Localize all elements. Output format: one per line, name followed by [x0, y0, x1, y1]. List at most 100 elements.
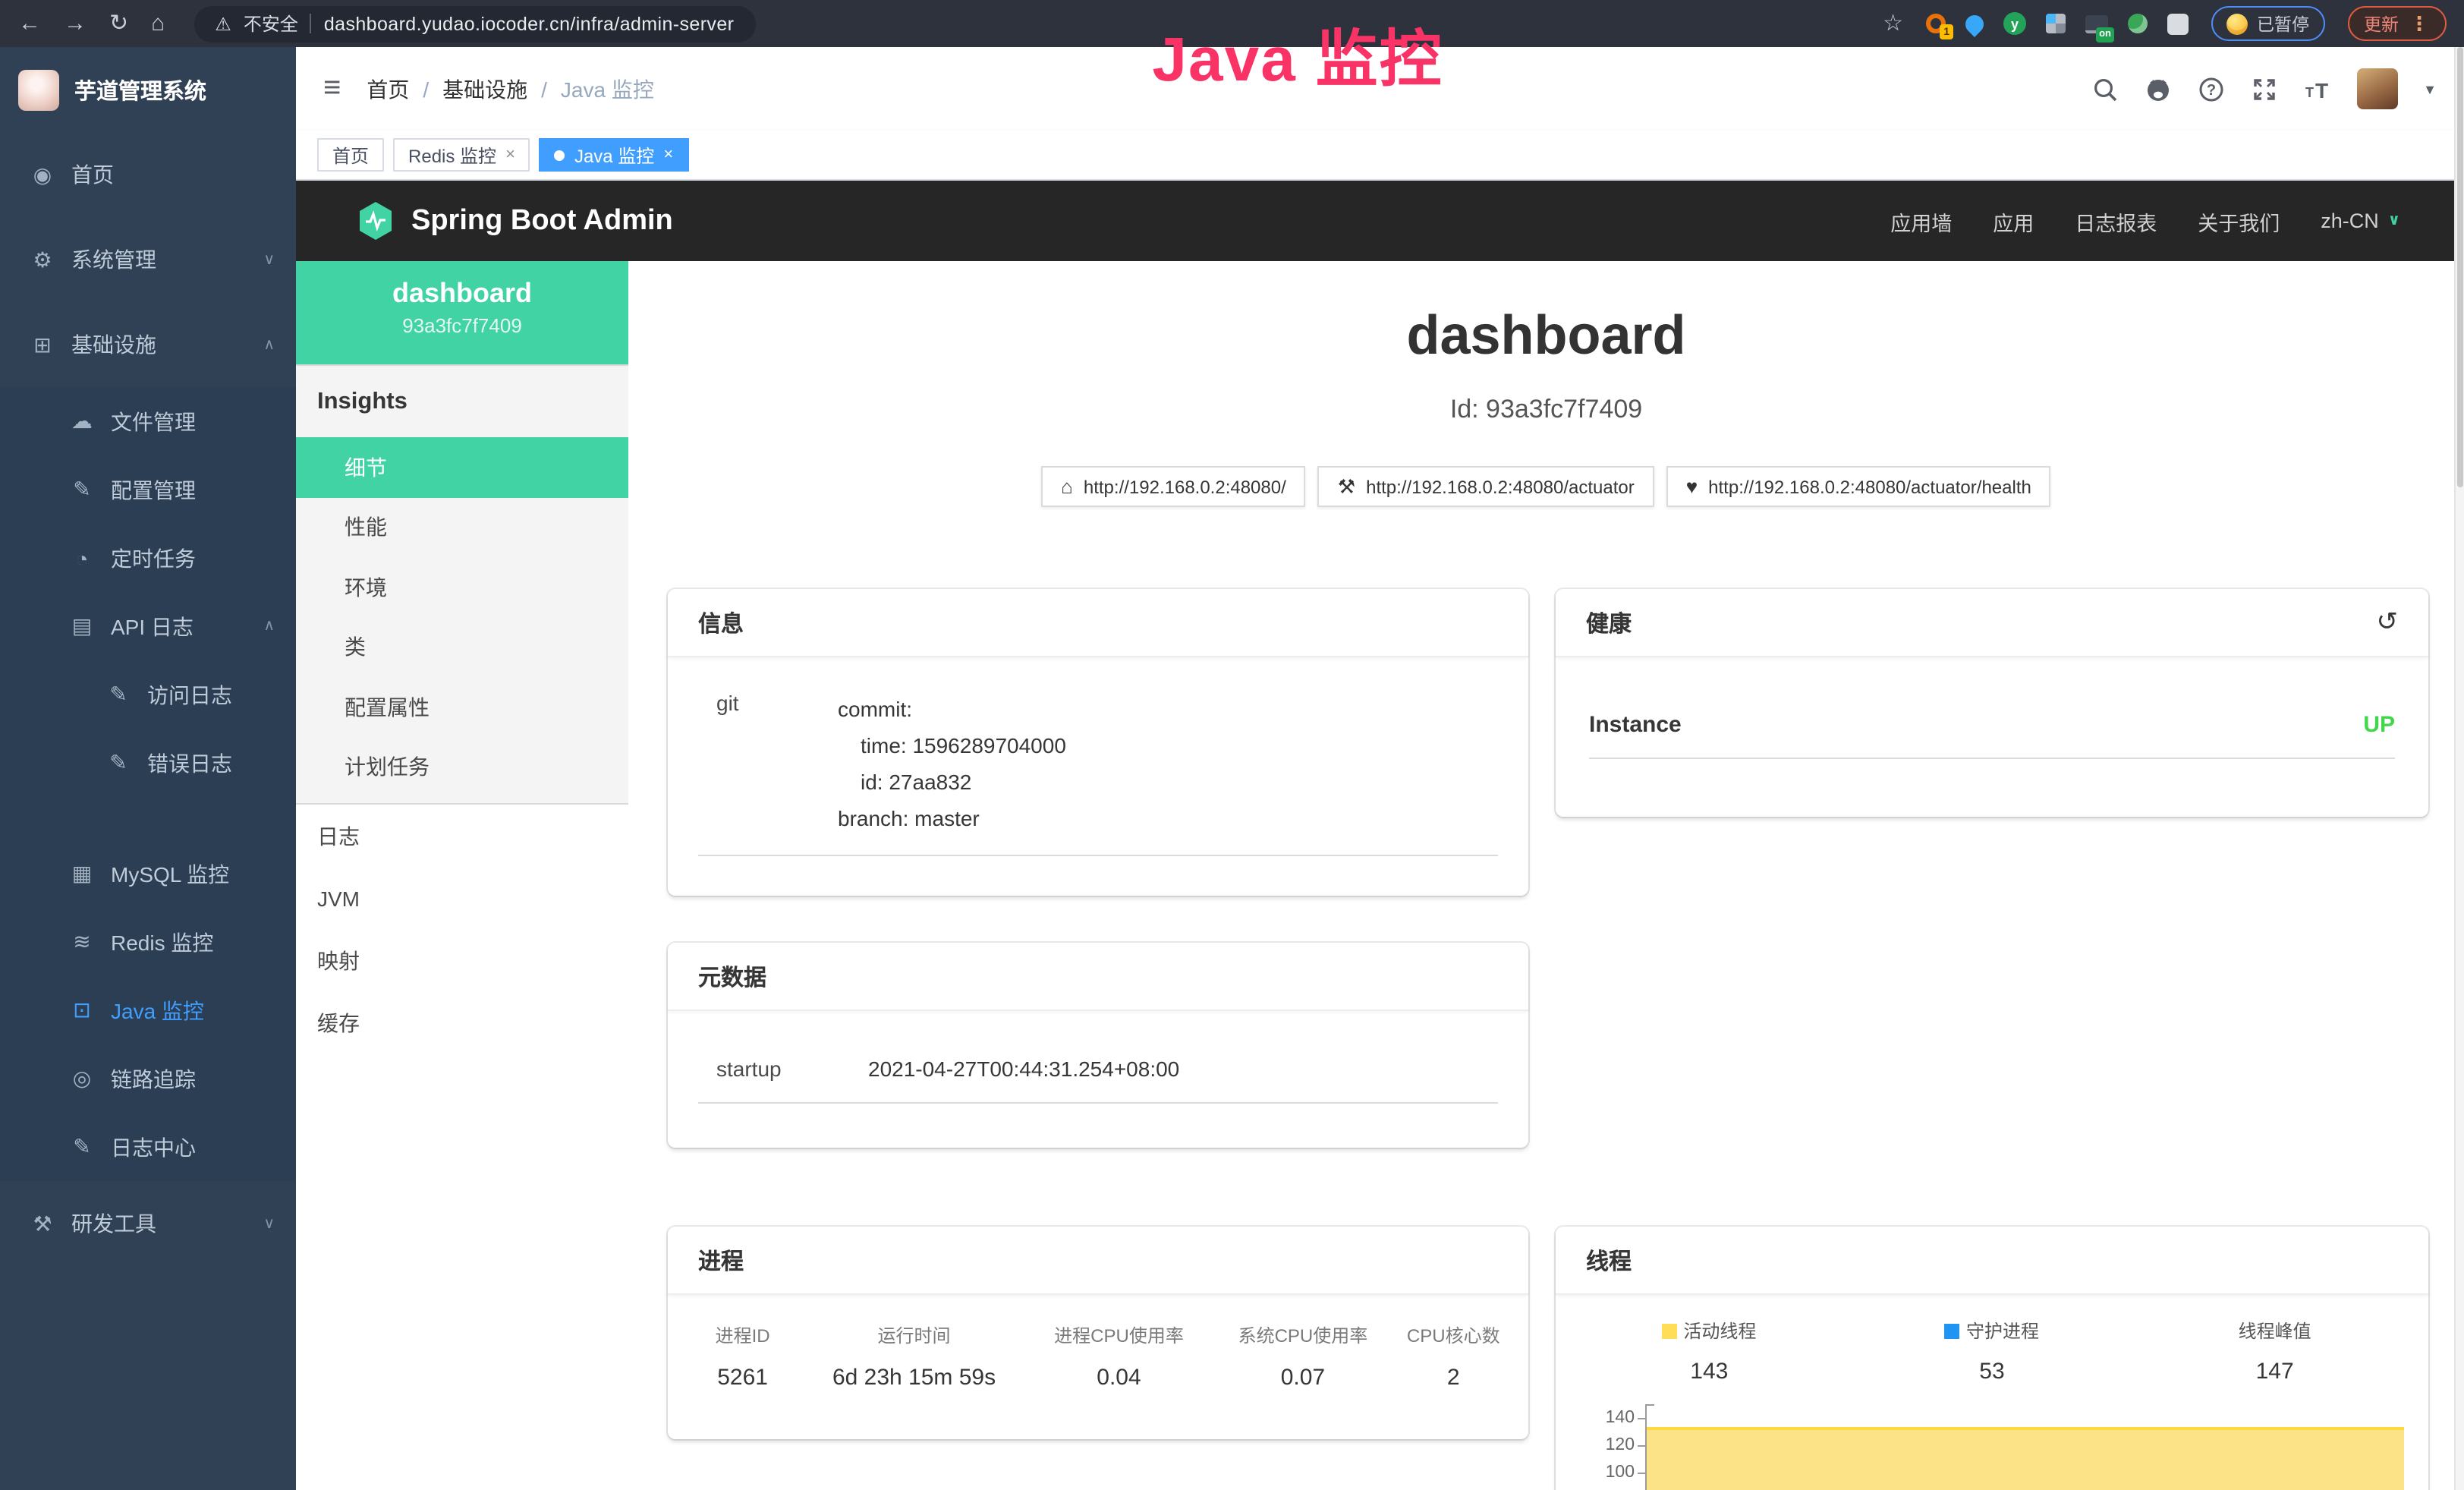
back-icon[interactable]: ←	[18, 12, 41, 35]
menu-item-classes[interactable]: 类	[296, 617, 628, 677]
tag-home[interactable]: 首页	[317, 138, 384, 172]
extension-icon-pin[interactable]	[1965, 14, 1984, 33]
sba-logo-icon	[358, 202, 393, 240]
sidebar-item-redis-monitor[interactable]: ≋ Redis 监控	[0, 908, 296, 976]
blue-legend-swatch	[1945, 1323, 1960, 1338]
extension-icon-orange[interactable]: 1	[1926, 14, 1946, 33]
info-row-label: git	[698, 691, 838, 836]
page-scrollbar[interactable]	[2453, 47, 2464, 1490]
tag-redis-monitor[interactable]: Redis 监控 ×	[393, 138, 530, 172]
app-logo[interactable]: 芋道管理系统	[0, 47, 296, 132]
menu-item-details[interactable]: 细节	[296, 437, 628, 497]
menu-item-caches[interactable]: 缓存	[296, 991, 628, 1054]
extension-icon-list[interactable]: on	[2085, 14, 2108, 33]
metadata-row-label: startup	[698, 1057, 868, 1081]
scrollbar-thumb[interactable]	[2456, 47, 2462, 487]
search-icon[interactable]	[2091, 75, 2118, 102]
menu-item-mappings[interactable]: 映射	[296, 929, 628, 991]
sba-brand[interactable]: Spring Boot Admin	[411, 204, 673, 238]
language-selector[interactable]: zh-CN ∨	[2321, 209, 2400, 232]
svg-text:T: T	[2315, 78, 2327, 102]
git-branch-line: branch: master	[838, 800, 1066, 836]
extension-icon-puzzle[interactable]	[2167, 13, 2189, 34]
legend-daemon-threads: 守护进程 53	[1851, 1318, 2134, 1384]
extension-icon-green-y[interactable]: y	[2003, 12, 2026, 35]
sba-nav-applications[interactable]: 应用	[1993, 206, 2034, 236]
menu-item-scheduled-tasks[interactable]: 计划任务	[296, 737, 628, 797]
help-icon[interactable]: ?	[2197, 75, 2224, 102]
actuator-url-button[interactable]: ⚒ http://192.168.0.2:48080/actuator	[1318, 466, 1654, 507]
legend-live-threads: 活动线程 143	[1568, 1318, 1851, 1384]
sidebar-item-java-monitor[interactable]: ⊡ Java 监控	[0, 976, 296, 1044]
menu-item-metrics[interactable]: 性能	[296, 497, 628, 557]
status-badge: UP	[2363, 712, 2395, 738]
sidebar-item-home[interactable]: ◉ 首页	[0, 132, 296, 217]
yellow-legend-swatch	[1662, 1323, 1677, 1338]
process-col-cpus: CPU核心数 2	[1391, 1322, 1516, 1391]
sidebar-item-api-logs[interactable]: ▤ API 日志 ∧	[0, 592, 296, 660]
service-url-button[interactable]: ⌂ http://192.168.0.2:48080/	[1041, 466, 1306, 507]
hamburger-icon[interactable]: ≡	[323, 71, 341, 106]
text-size-icon[interactable]: T T	[2303, 75, 2330, 102]
health-row-label: Instance	[1589, 712, 1682, 738]
extension-on-badge: on	[2096, 27, 2114, 42]
menu-item-logfile[interactable]: 日志	[296, 805, 628, 867]
browser-update-button[interactable]: 更新 ⋮	[2347, 6, 2446, 41]
address-bar[interactable]: ⚠ 不安全 dashboard.yudao.iocoder.cn/infra/a…	[194, 5, 755, 42]
menu-item-config-properties[interactable]: 配置属性	[296, 677, 628, 737]
sba-nav-about[interactable]: 关于我们	[2198, 206, 2280, 236]
doc-icon: ✎	[106, 682, 131, 707]
legend-peak-threads: 线程峰值 147	[2133, 1318, 2416, 1384]
process-table: 进程ID 5261 运行时间 6d 23h 15m 59s 进程CPU使用率 0…	[680, 1322, 1516, 1391]
sidebar-item-system-management[interactable]: ⚙ 系统管理 ∨	[0, 217, 296, 302]
reload-icon[interactable]: ↻	[109, 12, 128, 35]
sidebar-item-dev-tools[interactable]: ⚒ 研发工具 ∨	[0, 1181, 296, 1266]
home-icon: ⌂	[1061, 475, 1073, 498]
caret-down-icon[interactable]: ▼	[2423, 81, 2437, 96]
bookmark-star-icon[interactable]: ☆	[1883, 12, 1903, 35]
threads-card-title: 线程	[1556, 1227, 2428, 1295]
emoji-avatar	[2226, 13, 2248, 34]
sidebar-item-scheduled-tasks[interactable]: ◔ 定时任务	[0, 524, 296, 592]
tag-java-monitor[interactable]: Java 监控 ×	[540, 138, 688, 172]
forward-icon[interactable]: →	[64, 12, 87, 35]
eye-icon: ◎	[70, 1066, 94, 1092]
sba-header: Spring Boot Admin 应用墙 应用 日志报表 关于我们 zh-CN…	[296, 181, 2464, 261]
close-icon[interactable]: ×	[505, 146, 515, 164]
menu-item-jvm[interactable]: JVM	[296, 867, 628, 929]
sba-nav-wallboard[interactable]: 应用墙	[1890, 206, 1952, 236]
doc-icon: ✎	[106, 750, 131, 776]
browser-menu-icon[interactable]: ⋮	[2409, 11, 2429, 36]
sidebar-item-trace[interactable]: ◎ 链路追踪	[0, 1044, 296, 1113]
divider	[310, 14, 312, 33]
sidebar-item-error-logs[interactable]: ✎ 错误日志	[0, 729, 296, 797]
breadcrumb-infrastructure[interactable]: 基础设施	[442, 74, 527, 104]
health-url-button[interactable]: ♥ http://192.168.0.2:48080/actuator/heal…	[1666, 466, 2051, 507]
sidebar-item-config-management[interactable]: ✎ 配置管理	[0, 455, 296, 524]
close-icon[interactable]: ×	[663, 146, 673, 164]
sidebar-item-mysql-monitor[interactable]: ▦ MySQL 监控	[0, 840, 296, 908]
git-id-line: id: 27aa832	[838, 764, 1066, 800]
history-icon[interactable]: ↺	[2377, 607, 2399, 638]
github-icon[interactable]	[2144, 75, 2171, 102]
info-git-values: commit: time: 1596289704000 id: 27aa832 …	[838, 691, 1066, 836]
extension-icon-grid[interactable]	[2046, 14, 2066, 33]
fullscreen-icon[interactable]	[2250, 75, 2277, 102]
sidebar-item-infrastructure[interactable]: ⊞ 基础设施 ∧	[0, 302, 296, 387]
menu-item-environment[interactable]: 环境	[296, 557, 628, 617]
database-icon: ▦	[70, 861, 94, 887]
sba-nav-journal[interactable]: 日志报表	[2075, 206, 2157, 236]
extension-icon-leaf[interactable]	[2128, 14, 2148, 33]
edit-icon: ✎	[70, 477, 94, 502]
process-col-process-cpu: 进程CPU使用率 0.04	[1023, 1322, 1215, 1391]
sidebar-item-log-center[interactable]: ✎ 日志中心	[0, 1113, 296, 1181]
breadcrumb-home[interactable]: 首页	[367, 74, 409, 104]
gear-icon: ⚙	[30, 247, 55, 272]
breadcrumb-current: Java 监控	[561, 74, 654, 104]
profile-paused-button[interactable]: 已暂停	[2211, 6, 2324, 41]
sidebar-item-access-logs[interactable]: ✎ 访问日志	[0, 660, 296, 729]
browser-home-icon[interactable]: ⌂	[151, 12, 165, 35]
user-avatar[interactable]	[2356, 68, 2397, 109]
sidebar-item-file-management[interactable]: ☁ 文件管理	[0, 387, 296, 455]
chevron-down-icon: ∨	[263, 1215, 275, 1232]
